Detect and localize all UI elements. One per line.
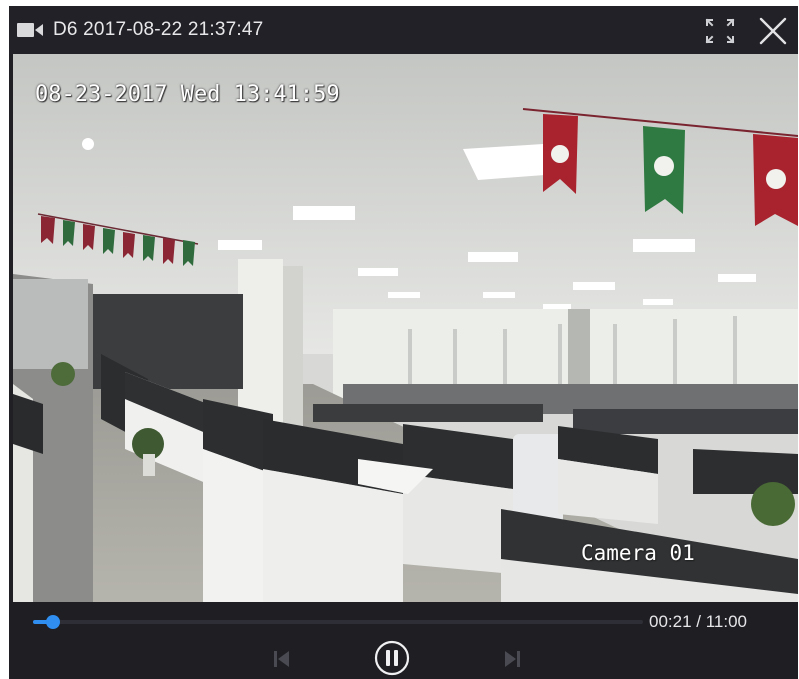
- window-title: D6 2017-08-22 21:37:47: [53, 19, 264, 40]
- next-button[interactable]: [497, 646, 527, 672]
- fullscreen-icon: [705, 18, 735, 44]
- skip-next-icon: [505, 651, 520, 667]
- playback-controls: 00:21 / 11:00: [9, 602, 798, 679]
- video-playback-window: D6 2017-08-22 21:37:47 08-23-2017 Wed 13…: [9, 6, 798, 679]
- pause-icon: [386, 650, 398, 666]
- time-readout: 00:21 / 11:00: [649, 612, 747, 631]
- pause-button[interactable]: [373, 639, 411, 677]
- video-frame[interactable]: 08-23-2017 Wed 13:41:59 Camera 01: [13, 54, 798, 602]
- video-camera-icon: [17, 23, 43, 37]
- fullscreen-button[interactable]: [703, 16, 737, 46]
- seek-bar-thumb[interactable]: [45, 615, 60, 629]
- seek-bar[interactable]: [33, 615, 643, 629]
- previous-button[interactable]: [267, 646, 297, 672]
- osd-camera-label: Camera 01: [581, 541, 695, 565]
- office-camera-frame: [13, 54, 798, 602]
- close-button[interactable]: [755, 14, 791, 48]
- close-icon: [759, 17, 787, 45]
- skip-previous-icon: [274, 651, 289, 667]
- title-bar: D6 2017-08-22 21:37:47: [9, 6, 798, 54]
- osd-timestamp: 08-23-2017 Wed 13:41:59: [35, 82, 340, 107]
